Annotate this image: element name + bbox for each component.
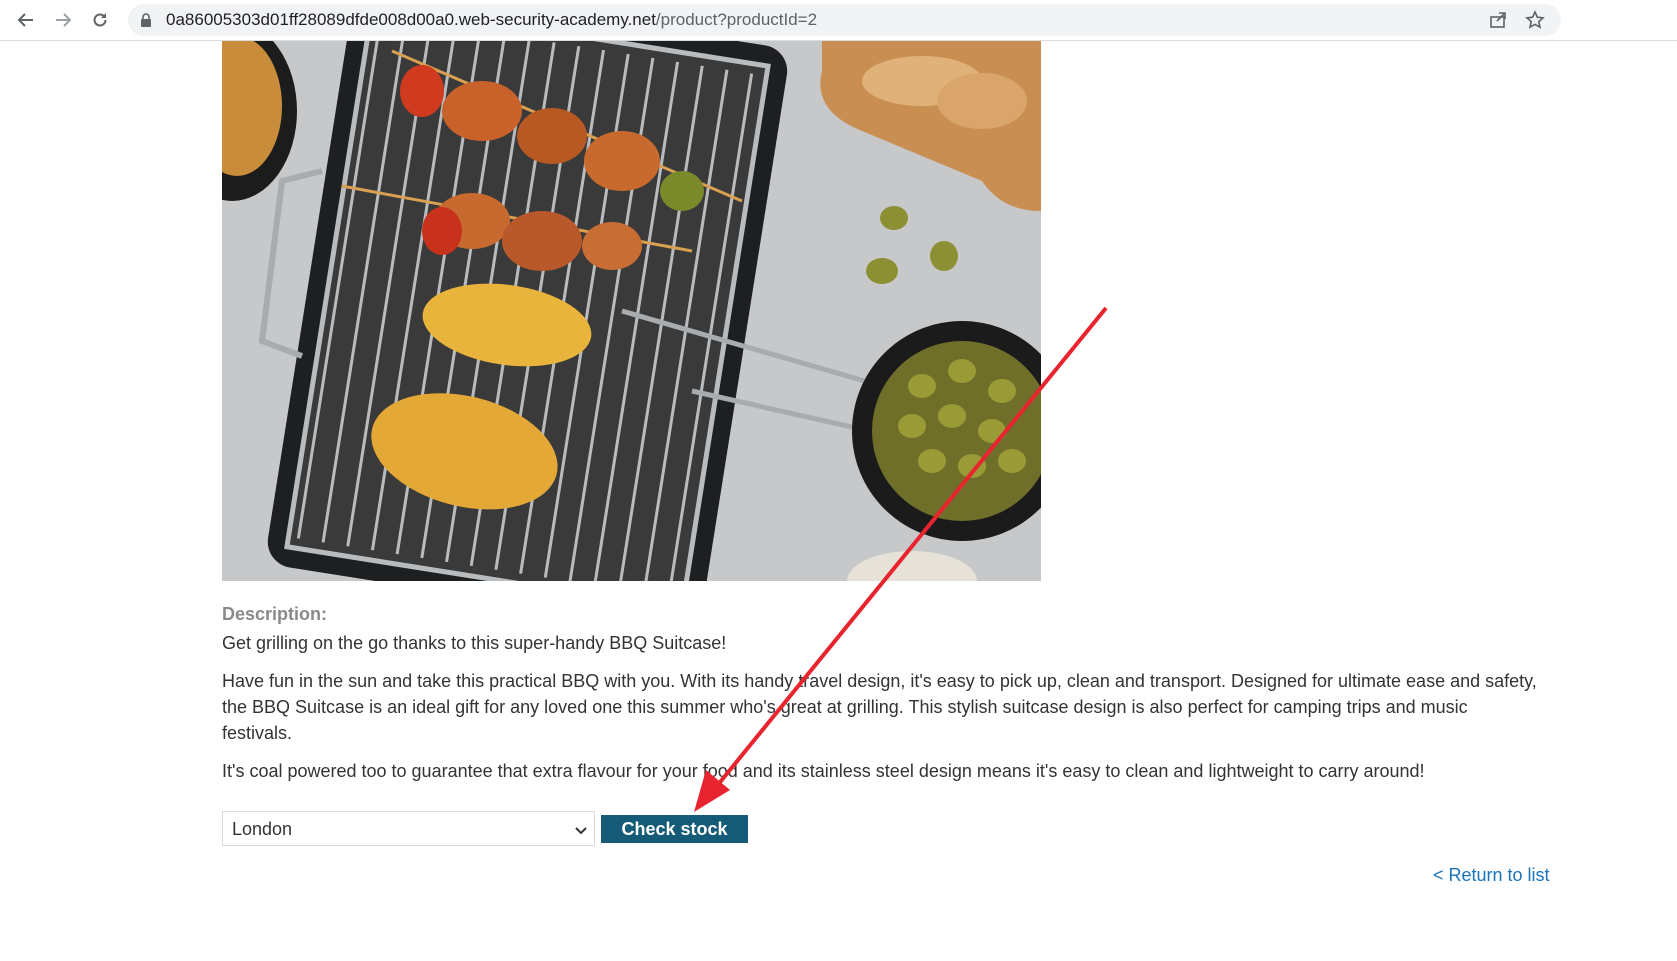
- description-paragraph-1: Have fun in the sun and take this practi…: [222, 671, 1537, 743]
- product-image: [222, 41, 1041, 581]
- star-icon[interactable]: [1525, 10, 1545, 30]
- forward-icon[interactable]: [51, 8, 75, 32]
- return-to-list-link[interactable]: < Return to list: [1433, 865, 1550, 886]
- description-paragraph-2: It's coal powered too to guarantee that …: [222, 761, 1425, 781]
- lock-icon: [140, 13, 152, 32]
- reload-icon[interactable]: [88, 8, 112, 32]
- url-host: 0a86005303d01ff28089dfde008d00a0.web-sec…: [166, 10, 656, 29]
- url-text: 0a86005303d01ff28089dfde008d00a0.web-sec…: [166, 11, 817, 29]
- url-path: /product?productId=2: [655, 10, 818, 29]
- chevron-down-icon: [574, 823, 588, 841]
- store-select-value: London: [232, 819, 293, 839]
- browser-toolbar: 0a86005303d01ff28089dfde008d00a0.web-sec…: [0, 0, 1677, 41]
- description-tagline: Get grilling on the go thanks to this su…: [222, 633, 727, 653]
- back-icon[interactable]: [14, 8, 38, 32]
- bbq-suitcase-photo: [222, 41, 1041, 581]
- share-icon[interactable]: [1488, 10, 1508, 30]
- address-bar[interactable]: 0a86005303d01ff28089dfde008d00a0.web-sec…: [128, 4, 1561, 36]
- store-select[interactable]: London: [222, 811, 595, 846]
- check-stock-button[interactable]: Check stock: [601, 815, 748, 843]
- description-label: Description:: [222, 604, 328, 624]
